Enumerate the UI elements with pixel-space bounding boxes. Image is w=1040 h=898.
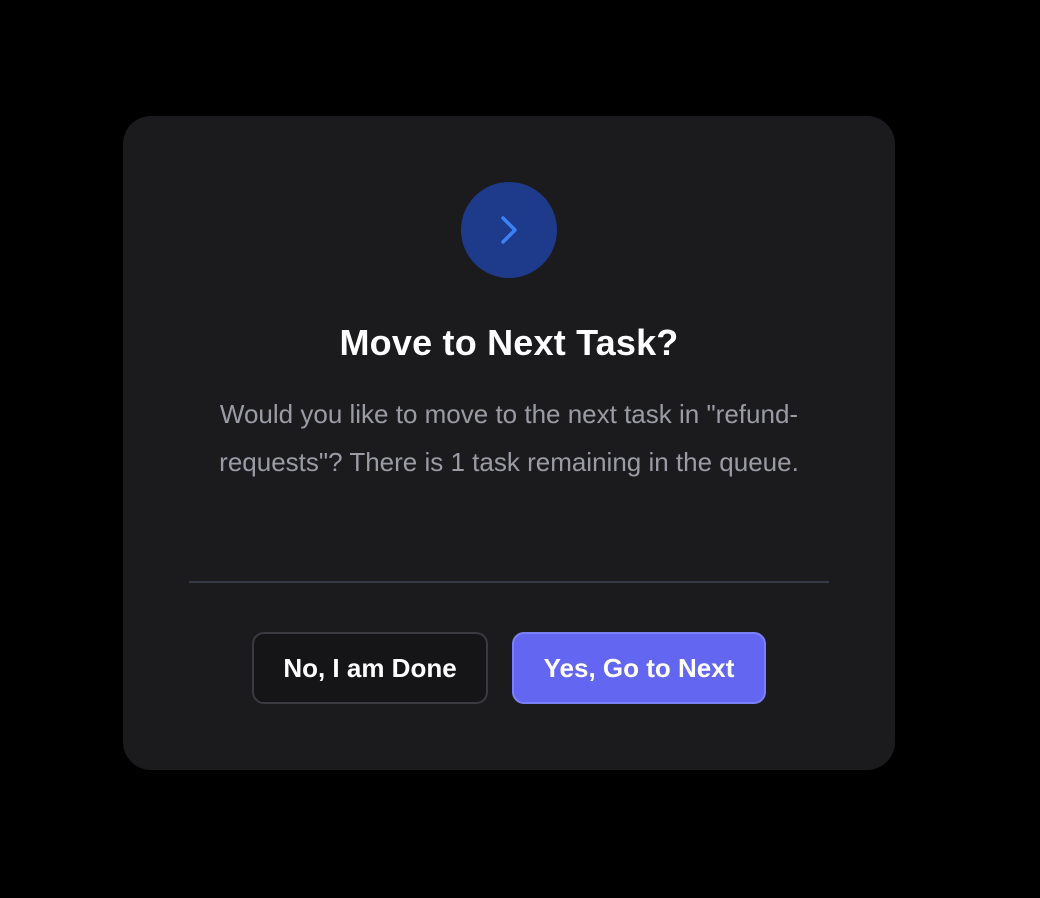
no-done-button[interactable]: No, I am Done <box>252 632 488 704</box>
dialog-message: Would you like to move to the next task … <box>219 399 799 477</box>
dialog-title: Move to Next Task? <box>339 322 679 363</box>
chevron-right-icon <box>501 216 517 244</box>
go-to-next-button[interactable]: Yes, Go to Next <box>512 632 766 704</box>
divider <box>189 581 829 583</box>
move-to-next-task-dialog: Move to Next Task? Would you like to mov… <box>123 116 895 770</box>
icon-circle <box>461 182 557 278</box>
modal-backdrop: Move to Next Task? Would you like to mov… <box>0 0 1040 898</box>
